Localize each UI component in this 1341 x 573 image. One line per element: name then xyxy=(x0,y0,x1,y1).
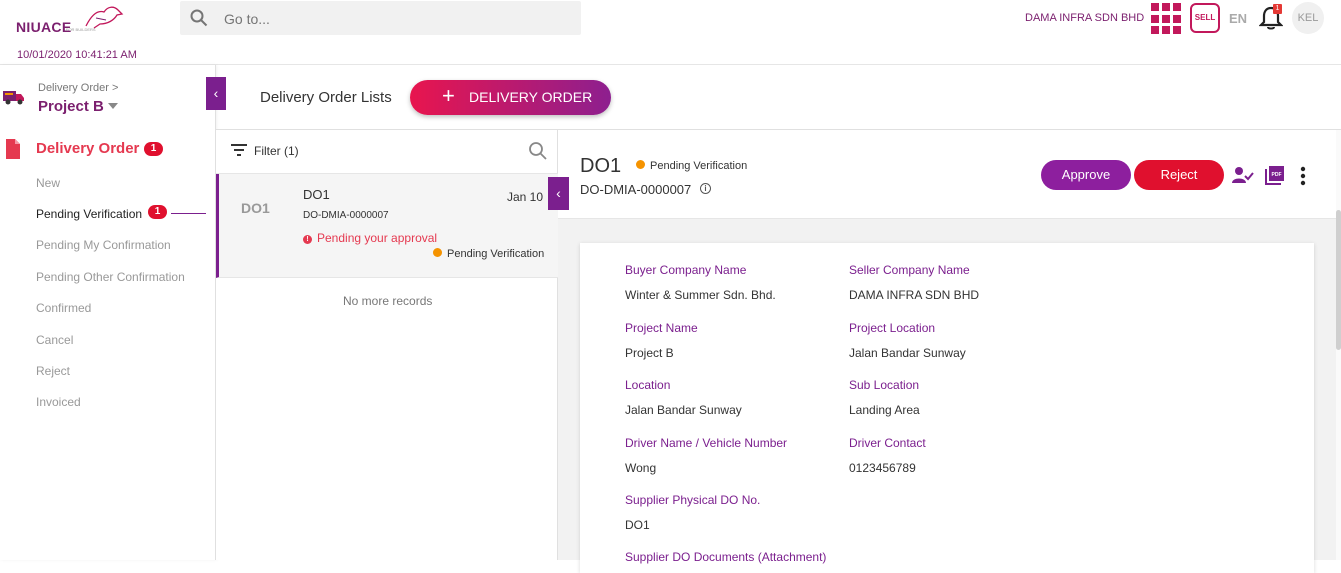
document-icon xyxy=(6,139,20,159)
user-avatar[interactable]: KEL xyxy=(1292,2,1324,34)
detail-title: DO1 xyxy=(580,155,622,177)
scrollbar-thumb[interactable] xyxy=(1336,210,1341,350)
project-location-value: Jalan Bandar Sunway xyxy=(849,346,966,360)
sub-location-label: Sub Location xyxy=(849,378,920,392)
status-text: Pending Verification xyxy=(447,248,545,260)
item-warning: ! Pending your approval xyxy=(303,231,437,245)
company-name[interactable]: DAMA INFRA SDN BHD xyxy=(1025,12,1144,24)
filter-icon xyxy=(231,144,247,156)
active-indicator xyxy=(171,213,206,214)
detail-header: DO1 Pending Verification DO-DMIA-0000007… xyxy=(558,130,1341,219)
detail-card: Buyer Company Name Winter & Summer Sdn. … xyxy=(580,243,1314,573)
end-of-list-text: No more records xyxy=(343,294,433,308)
current-datetime: 10/01/2020 10:41:21 AM xyxy=(17,49,137,61)
section-title-delivery-order[interactable]: Delivery Order xyxy=(36,140,139,157)
status-badge: Pending Verification xyxy=(636,160,747,172)
driver-contact-value: 0123456789 xyxy=(849,461,916,475)
search-icon[interactable] xyxy=(528,141,548,161)
status-dot-icon xyxy=(636,160,645,169)
sidebar-item-new[interactable]: New xyxy=(36,176,60,190)
filter-label: Filter (1) xyxy=(254,144,299,158)
svg-text:PDF: PDF xyxy=(1272,172,1282,178)
driver-contact-label: Driver Contact xyxy=(849,436,926,450)
project-location-label: Project Location xyxy=(849,321,936,335)
sidebar-item-pending-my-confirmation[interactable]: Pending My Confirmation xyxy=(36,238,171,252)
driver-value: Wong xyxy=(625,461,657,475)
driver-label: Driver Name / Vehicle Number xyxy=(625,436,788,450)
list-collapse-button[interactable]: ‹ xyxy=(548,177,569,210)
app-logo[interactable]: NIUACE FOR BUILDERS xyxy=(14,4,126,35)
sub-location-value: Landing Area xyxy=(849,403,920,417)
pending-verification-badge: 1 xyxy=(148,205,167,219)
item-number: DO-DMIA-0000007 xyxy=(303,210,389,221)
sell-mode-button[interactable]: SELL xyxy=(1190,3,1220,33)
supplier-docs-label: Supplier DO Documents (Attachment) xyxy=(625,550,827,564)
sidebar-item-pending-other-confirmation[interactable]: Pending Other Confirmation xyxy=(36,270,185,284)
search-bar[interactable]: Go to... xyxy=(180,1,581,35)
sidebar-item-confirmed[interactable]: Confirmed xyxy=(36,301,91,315)
sidebar-item-reject[interactable]: Reject xyxy=(36,364,70,378)
plus-icon: + xyxy=(442,83,455,108)
assign-user-icon[interactable] xyxy=(1232,166,1254,184)
info-icon[interactable]: i xyxy=(700,183,711,194)
buyer-company-label: Buyer Company Name xyxy=(625,263,747,277)
location-value: Jalan Bandar Sunway xyxy=(625,403,742,417)
add-button-label: DELIVERY ORDER xyxy=(469,89,593,105)
item-date: Jan 10 xyxy=(507,190,544,204)
project-name-value: Project B xyxy=(625,346,674,360)
project-name-label: Project Name xyxy=(625,321,698,335)
approve-button[interactable]: Approve xyxy=(1041,160,1131,190)
sidebar-item-cancel[interactable]: Cancel xyxy=(36,333,73,347)
alert-icon: ! xyxy=(303,235,312,244)
detail-panel: DO1 Pending Verification DO-DMIA-0000007… xyxy=(558,130,1341,573)
detail-number: DO-DMIA-0000007 xyxy=(580,182,692,197)
seller-company-value: DAMA INFRA SDN BHD xyxy=(849,288,980,302)
status-text: Pending Verification xyxy=(650,160,748,172)
apps-grid-icon[interactable] xyxy=(1151,3,1183,35)
seller-company-label: Seller Company Name xyxy=(849,263,970,277)
truck-icon xyxy=(3,91,24,105)
search-icon xyxy=(190,9,208,27)
chevron-down-icon[interactable] xyxy=(108,103,118,109)
supplier-do-label: Supplier Physical DO No. xyxy=(625,493,761,507)
item-code: DO1 xyxy=(241,200,270,216)
section-count-badge: 1 xyxy=(144,142,163,156)
more-vertical-icon[interactable] xyxy=(1300,166,1306,186)
logo-text: NIUACE xyxy=(16,19,72,35)
top-bar: NIUACE FOR BUILDERS Go to... DAMA INFRA … xyxy=(0,0,1341,46)
page-title: Delivery Order Lists xyxy=(260,89,392,106)
supplier-do-value: DO1 xyxy=(625,518,650,532)
scrollbar[interactable] xyxy=(1336,130,1341,560)
item-title: DO1 xyxy=(303,187,330,202)
sidebar-collapse-button[interactable]: ‹ xyxy=(206,77,226,110)
sidebar: Delivery Order > Project B ‹ Delivery Or… xyxy=(0,65,226,560)
buyer-company-value: Winter & Summer Sdn. Bhd. xyxy=(625,288,776,302)
language-selector[interactable]: EN xyxy=(1229,11,1247,26)
item-status: Pending Verification xyxy=(433,248,544,260)
list-item[interactable]: DO1 DO1 DO-DMIA-0000007 ! Pending your ap… xyxy=(216,174,558,278)
search-input[interactable]: Go to... xyxy=(224,11,270,27)
notification-button[interactable]: 1 xyxy=(1258,4,1285,33)
add-delivery-order-button[interactable]: + DELIVERY ORDER xyxy=(410,80,611,115)
logo-subtitle: FOR BUILDERS xyxy=(66,27,96,32)
status-dot-icon xyxy=(433,248,442,257)
reject-button[interactable]: Reject xyxy=(1134,160,1224,190)
sidebar-item-invoiced[interactable]: Invoiced xyxy=(36,395,81,409)
project-selector[interactable]: Project B xyxy=(38,98,104,115)
warning-text: Pending your approval xyxy=(317,231,438,245)
delivery-order-list: Filter (1) DO1 DO1 DO-DMIA-0000007 ! Pend… xyxy=(216,130,558,560)
location-label: Location xyxy=(625,378,671,392)
notification-badge: 1 xyxy=(1273,4,1282,14)
breadcrumb[interactable]: Delivery Order > xyxy=(38,82,118,94)
pdf-icon[interactable]: PDF xyxy=(1265,165,1285,185)
sidebar-item-pending-verification[interactable]: Pending Verification xyxy=(36,207,142,221)
